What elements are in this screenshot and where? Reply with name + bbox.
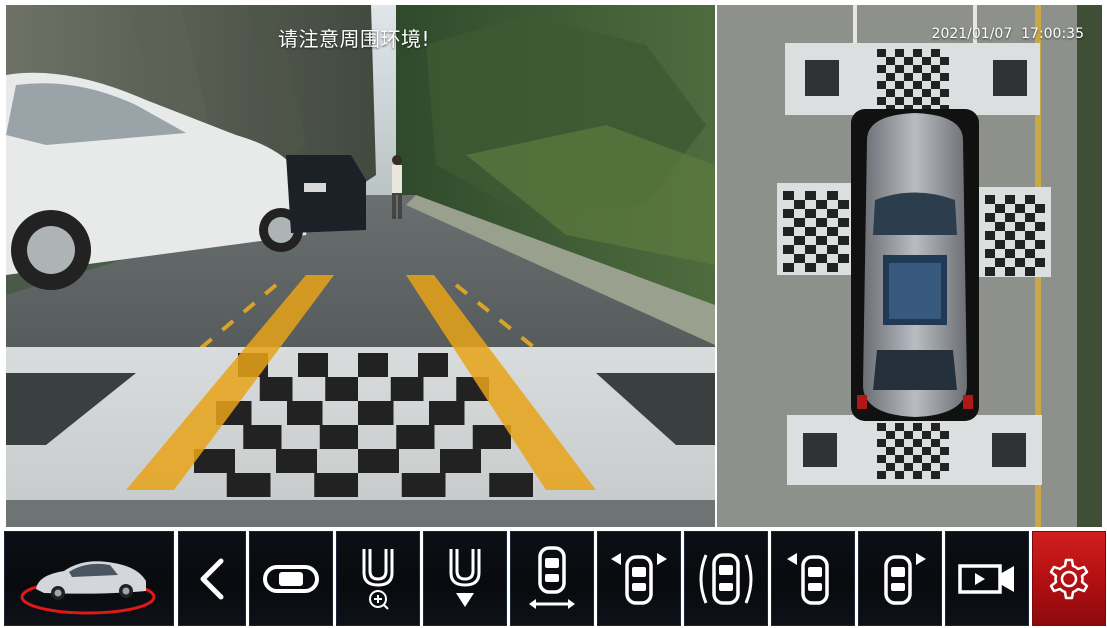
single-view-button[interactable] [249,531,333,626]
car-icon [20,560,156,614]
car-sides-icon [699,552,753,605]
front-camera-scene [6,5,715,527]
warning-message: 请注意周围环境! [278,27,431,51]
front-zoom-icon [362,548,394,610]
chevron-left-icon [200,558,224,599]
front-down-button[interactable] [423,531,507,626]
datetime-display: 2021/01/07 17:00:35 [931,26,1084,42]
car-width-icon [529,545,575,609]
right-corner-button[interactable] [858,531,942,626]
front-camera-view[interactable]: 请注意周围环境! [6,5,715,527]
car-top-icon [263,564,319,593]
front-corners-button[interactable] [597,531,681,626]
car-home-button[interactable] [4,531,174,626]
gear-icon [1049,558,1089,599]
car-top-view [851,109,979,421]
video-camera-icon [958,563,1014,594]
front-down-arrow-icon [449,548,481,607]
car-left-corner-icon [787,552,829,605]
bottom-toolbar [0,529,1107,628]
wide-view-button[interactable] [510,531,594,626]
left-corner-button[interactable] [771,531,855,626]
back-button[interactable] [178,531,246,626]
settings-button[interactable] [1032,531,1106,626]
car-right-corner-icon [884,552,926,605]
side-sensor-button[interactable] [684,531,768,626]
birds-eye-view[interactable]: 2021/01/07 17:00:35 [717,5,1102,527]
front-zoom-button[interactable] [336,531,420,626]
birds-eye-scene [717,5,1102,527]
record-button[interactable] [945,531,1029,626]
car-front-corners-icon [611,552,667,605]
